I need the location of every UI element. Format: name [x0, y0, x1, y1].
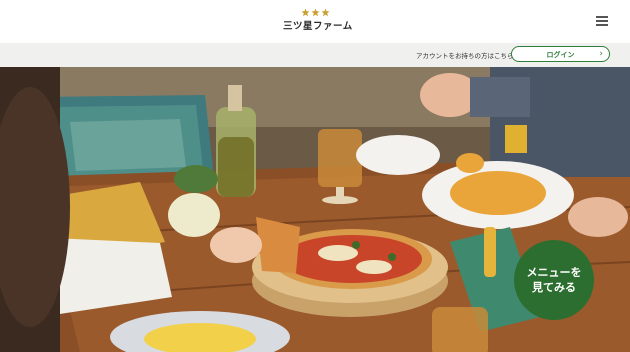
site-header: 三ツ星ファーム [0, 0, 630, 43]
login-button-label: ログイン [546, 51, 575, 59]
chevron-right-icon: › [599, 49, 603, 59]
account-prompt-text: アカウントをお持ちの方はこちら [416, 52, 514, 60]
hamburger-menu-icon[interactable] [596, 16, 608, 26]
site-logo[interactable]: 三ツ星ファーム [283, 8, 353, 36]
page: 三ツ星ファーム アカウントをお持ちの方はこちら ログイン › メニューを 見てみ… [0, 0, 630, 352]
login-button[interactable]: ログイン › [511, 46, 610, 62]
view-menu-button[interactable]: メニューを 見てみる [514, 240, 594, 320]
cta-line-2: 見てみる [532, 281, 576, 294]
logo-text: 三ツ星ファーム [283, 21, 353, 32]
cta-line-1: メニューを [526, 266, 582, 279]
three-stars-logo-icon [283, 8, 347, 18]
